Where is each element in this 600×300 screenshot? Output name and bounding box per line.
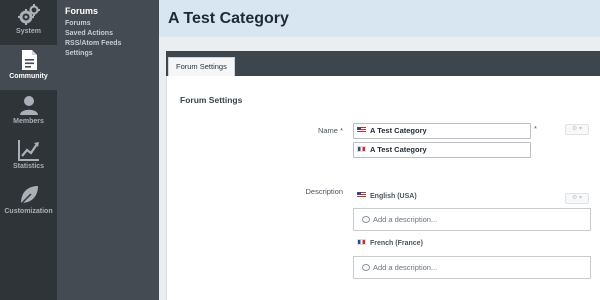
community-subnav: Forums Forums Saved Actions RSS/Atom Fee… (57, 0, 159, 300)
name-language-menu-button[interactable]: ⚙ ▾ (565, 124, 589, 135)
line-chart-icon (17, 140, 39, 161)
speech-bubble-icon (362, 263, 370, 271)
rail-item-customization[interactable]: Customization (0, 180, 57, 225)
fr-flag-icon (357, 146, 366, 153)
required-marker: * (340, 126, 343, 135)
description-placeholder: Add a description... (373, 263, 438, 272)
rail-item-label: Customization (4, 208, 53, 215)
name-label: Name * (267, 126, 343, 135)
rail-item-statistics[interactable]: Statistics (0, 135, 57, 180)
lang-name: French (France) (370, 240, 423, 247)
lang-label-french: French (France) (357, 239, 423, 247)
subnav-link-saved-actions[interactable]: Saved Actions (65, 30, 159, 37)
subnav-title: Forums (65, 6, 99, 16)
lang-name: English (USA) (370, 193, 417, 200)
tab-forum-settings[interactable]: Forum Settings (168, 57, 235, 76)
name-input-french[interactable]: A Test Category (353, 142, 531, 158)
name-value-en: A Test Category (370, 126, 427, 135)
description-input-french[interactable]: Add a description... (353, 256, 591, 279)
panel-title: Forum Settings (180, 95, 243, 105)
subnav-link-settings[interactable]: Settings (65, 50, 159, 57)
description-label: Description (305, 187, 343, 196)
gears-icon (17, 4, 40, 25)
us-flag-icon (357, 127, 366, 134)
rail-item-members[interactable]: Members (0, 90, 57, 135)
document-icon (21, 50, 37, 70)
description-input-english[interactable]: Add a description... (353, 208, 591, 231)
name-value-fr: A Test Category (370, 145, 427, 154)
settings-panel: Forum Settings Name * A Test Category * … (166, 76, 600, 300)
speech-bubble-icon (362, 215, 370, 223)
name-input-english[interactable]: A Test Category (353, 123, 531, 139)
leaf-icon (18, 186, 38, 206)
required-marker: * (534, 124, 537, 133)
rail-item-system[interactable]: System (0, 0, 57, 45)
rail-item-label: System (16, 28, 41, 35)
tab-bar: Forum Settings (166, 51, 600, 76)
page-header: A Test Category (159, 0, 600, 37)
lang-label-english: English (USA) (357, 192, 417, 200)
main-content: A Test Category Forum Settings Forum Set… (159, 0, 600, 300)
page-title: A Test Category (168, 10, 289, 27)
rail-item-label: Members (13, 118, 44, 125)
subnav-link-forums[interactable]: Forums (65, 20, 159, 27)
rail-item-community[interactable]: Community (0, 45, 57, 90)
icon-rail: System Community Members Statistics Cust… (0, 0, 57, 300)
rail-item-label: Community (9, 73, 48, 80)
description-language-menu-button[interactable]: ⚙ ▾ (565, 193, 589, 204)
rail-item-label: Statistics (12, 163, 45, 170)
fr-flag-icon (357, 239, 366, 246)
description-placeholder: Add a description... (373, 215, 438, 224)
name-label-text: Name (317, 126, 338, 135)
subnav-link-rss-feeds[interactable]: RSS/Atom Feeds (65, 40, 159, 47)
user-icon (19, 96, 38, 115)
us-flag-icon (357, 192, 366, 199)
